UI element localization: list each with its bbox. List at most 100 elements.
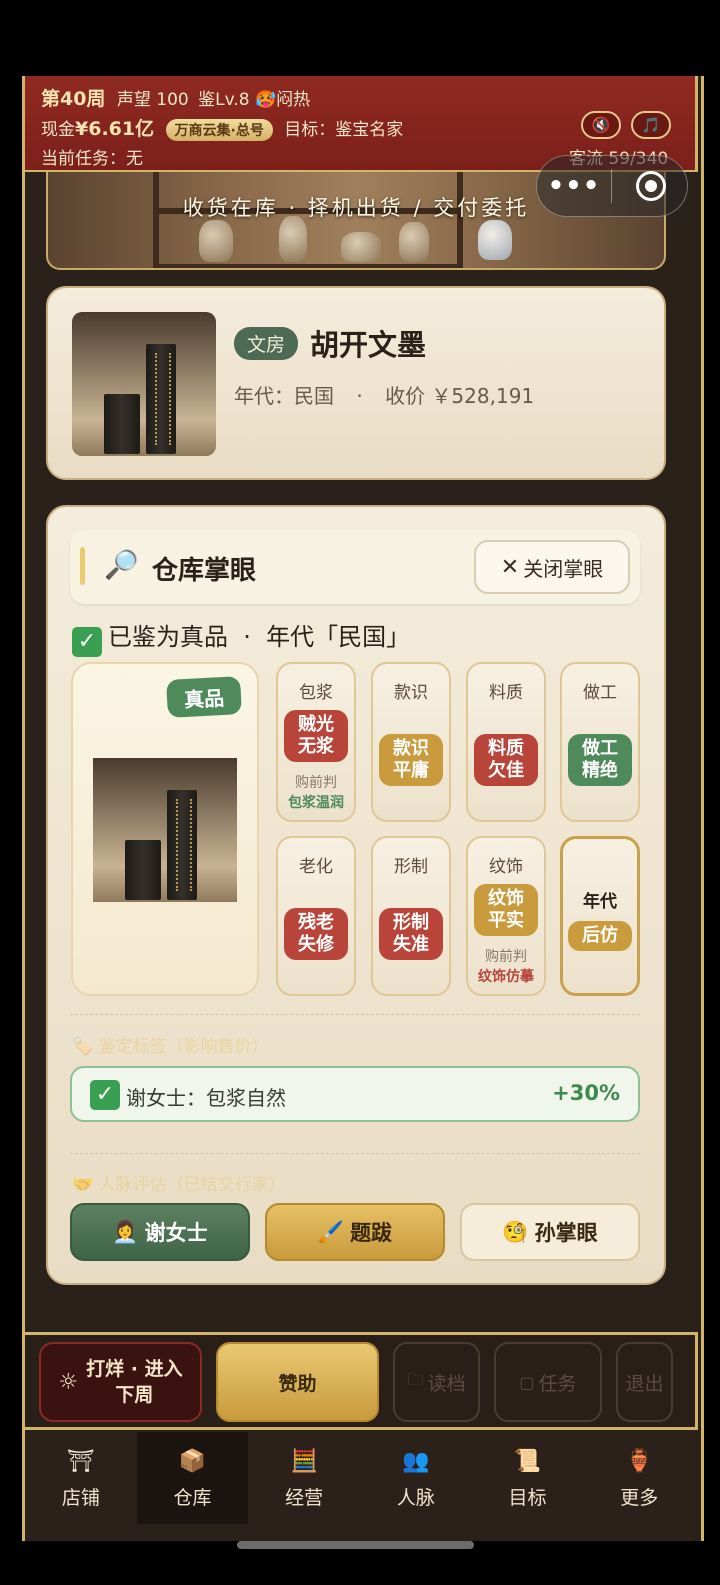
tasks-button[interactable]: ▢ 任务: [494, 1342, 602, 1422]
shop-icon: ⛩: [66, 1449, 95, 1474]
attr-label: 纹饰: [489, 857, 523, 877]
attr-verdict-pill: 做工 精绝: [568, 734, 632, 786]
inscription-label: 题跋: [350, 1221, 393, 1245]
scroll-icon: 📜: [513, 1449, 542, 1474]
weather-label: 🥵闷热: [254, 90, 311, 110]
next-week-button[interactable]: ☼ 打烊 · 进入 下周: [39, 1342, 202, 1422]
attr-label: 形制: [394, 857, 428, 877]
tab-shop[interactable]: ⛩ 店铺: [25, 1432, 137, 1524]
attr-verdict-pill: 后仿: [568, 921, 632, 951]
category-tag: 文房: [234, 326, 299, 360]
authentic-badge: 真品: [166, 676, 242, 718]
item-title-row: 文房 胡开文墨: [234, 322, 426, 364]
close-appraisal-label: 关闭掌眼: [523, 556, 604, 581]
attr-tile-mark[interactable]: 款识 款识 平庸: [371, 662, 451, 822]
attr-tile-craft[interactable]: 做工 做工 精绝: [560, 662, 640, 822]
consult-xie-label: 谢女士: [144, 1221, 208, 1245]
miniprogram-capsule: •••: [536, 155, 688, 217]
tab-warehouse[interactable]: 📦 仓库: [136, 1432, 249, 1524]
tab-more[interactable]: 🏺 更多: [583, 1432, 695, 1524]
cash-label: 现金: [41, 120, 75, 140]
tab-network[interactable]: 👥 人脉: [360, 1432, 472, 1524]
warehouse-icon: 📦: [178, 1449, 207, 1474]
check-icon: ✓: [90, 1080, 120, 1110]
close-icon: ✕: [500, 554, 520, 580]
attr-label: 款识: [394, 683, 428, 703]
pre-purchase-note: 购前判: [295, 775, 337, 791]
attr-label: 包浆: [299, 683, 333, 703]
buff-row: ✓ 谢女士：包浆自然 +30%: [70, 1066, 640, 1122]
item-card: 文房 胡开文墨 年代：民国 · 收价 ￥528,191: [46, 286, 666, 480]
consult-sun-button[interactable]: 🧐 孙掌眼: [460, 1203, 640, 1261]
music-icon: 🎵: [641, 116, 661, 134]
attr-tile-patina[interactable]: 包浆贼光 无浆购前判包浆温润: [276, 662, 356, 822]
item-era: 年代：民国: [234, 384, 334, 408]
attr-label: 老化: [299, 857, 333, 877]
verdict-line: ✓ 已鉴为真品 · 年代「民国」: [72, 617, 410, 657]
attr-tile-aging[interactable]: 老化 残老 失修: [276, 836, 356, 996]
more-menu-icon[interactable]: •••: [537, 171, 611, 201]
week-label: 第40周: [41, 88, 106, 110]
status-line-2: 现金¥6.61亿 万商云集·总号 目标：鉴宝名家: [41, 114, 403, 141]
close-miniprogram-icon[interactable]: [636, 171, 666, 201]
attr-verdict-pill: 料质 欠佳: [474, 734, 538, 786]
pre-purchase-judgement: 纹饰仿摹: [478, 969, 534, 985]
load-save-button[interactable]: 🗀 读档: [393, 1342, 480, 1422]
status-line-1: 第40周 声望 100 鉴Lv.8 🥵闷热: [41, 84, 310, 111]
tab-goals[interactable]: 📜 目标: [472, 1432, 584, 1524]
panel-title: 仓库掌眼: [152, 556, 257, 586]
sponsor-button[interactable]: 赞助: [216, 1342, 379, 1422]
music-button[interactable]: 🎵: [631, 111, 671, 139]
bottom-tab-bar: ⛩ 店铺 📦 仓库 🧮 经营 👥 人脉 📜 目标 🏺 更多: [25, 1432, 695, 1524]
mute-icon: 🔇: [591, 116, 611, 134]
close-appraisal-button[interactable]: ✕ 关闭掌眼: [474, 540, 630, 594]
network-section-header: 🤝 人脉评估（已结交行家）: [72, 1175, 286, 1195]
buff-text: 谢女士：包浆自然: [126, 1086, 286, 1110]
attr-label: 年代: [583, 892, 617, 912]
folder-icon: 🗀: [407, 1369, 424, 1389]
appraise-level: 鉴Lv.8: [198, 90, 250, 110]
attr-verdict-pill: 形制 失准: [379, 908, 443, 960]
tasks-label: 任务: [538, 1372, 577, 1395]
jar-icon: 🏺: [625, 1449, 653, 1474]
check-icon: ✓: [72, 627, 102, 657]
sponsor-label: 赞助: [278, 1372, 317, 1395]
attr-label: 做工: [583, 683, 617, 703]
pre-purchase-note: 购前判: [485, 949, 527, 965]
load-save-label: 读档: [427, 1372, 466, 1395]
verdict-text: 已鉴为真品 · 年代「民国」: [108, 623, 411, 651]
mute-button[interactable]: 🔇: [581, 111, 621, 139]
tab-more-label: 更多: [620, 1486, 659, 1509]
consult-xie-button[interactable]: 👩‍💼 谢女士: [70, 1203, 250, 1261]
attr-tile-material[interactable]: 料质 料质 欠佳: [466, 662, 546, 822]
abacus-icon: 🧮: [290, 1449, 318, 1474]
tab-business[interactable]: 🧮 经营: [248, 1432, 360, 1524]
task-label: 当前任务：无: [41, 149, 143, 169]
monocle-icon: 🧐: [502, 1219, 529, 1244]
person-icon: 👩‍💼: [112, 1219, 139, 1244]
item-price: 收价 ￥528,191: [385, 384, 535, 408]
inscription-button[interactable]: 🖌️ 题跋: [265, 1203, 445, 1261]
magnifier-icon: 🔎: [104, 548, 139, 581]
tab-shop-label: 店铺: [61, 1486, 100, 1509]
attr-label: 料质: [489, 683, 523, 703]
item-name: 胡开文墨: [310, 328, 427, 362]
exit-button[interactable]: 退出: [616, 1342, 673, 1422]
attr-verdict-pill: 贼光 无浆: [284, 710, 348, 762]
cash-value: ¥6.61亿: [75, 118, 155, 140]
pre-purchase-judgement: 包浆温润: [288, 795, 344, 811]
reputation-label: 声望 100: [116, 90, 189, 110]
consult-sun-label: 孙掌眼: [534, 1221, 598, 1245]
attr-verdict-pill: 纹饰 平实: [474, 884, 538, 936]
next-week-label: 打烊 · 进入 下周: [86, 1358, 183, 1406]
merchant-tag[interactable]: 万商云集·总号: [165, 119, 273, 141]
goal-label: 目标：鉴宝名家: [284, 120, 404, 140]
item-large-image: [93, 758, 237, 902]
home-indicator[interactable]: [237, 1541, 474, 1549]
attr-tile-pattern[interactable]: 纹饰纹饰 平实购前判纹饰仿摹: [466, 836, 546, 996]
tab-network-label: 人脉: [396, 1486, 435, 1509]
item-meta: 年代：民国 · 收价 ￥528,191: [234, 384, 535, 408]
task-icon: ▢: [519, 1372, 535, 1392]
attr-tile-era[interactable]: 年代 后仿: [560, 836, 640, 996]
attr-tile-form[interactable]: 形制 形制 失准: [371, 836, 451, 996]
